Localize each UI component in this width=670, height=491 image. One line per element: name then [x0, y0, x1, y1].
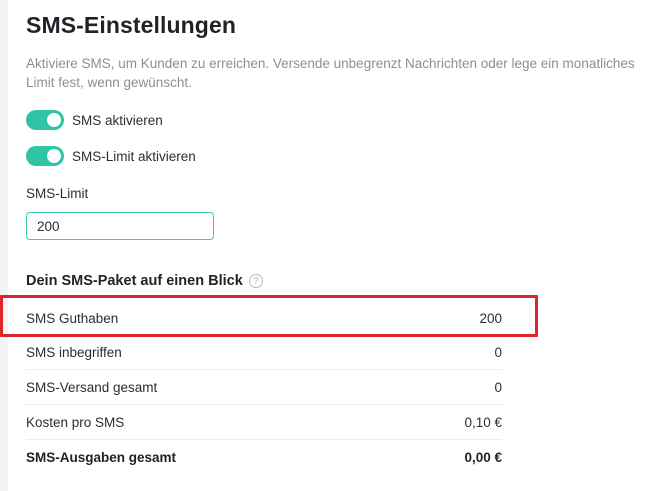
page-description: Aktiviere SMS, um Kunden zu erreichen. V…: [26, 56, 635, 90]
package-row-inbegriffen: SMS inbegriffen 0: [26, 335, 502, 370]
question-circle-icon[interactable]: ?: [248, 274, 263, 288]
toggle-row-limit: SMS-Limit aktivieren: [26, 145, 196, 167]
sms-limit-toggle[interactable]: [26, 146, 64, 166]
toggle-knob: [47, 149, 61, 163]
settings-panel: SMS-Einstellungen Aktiviere SMS, um Kund…: [0, 0, 670, 491]
toggle-row-sms: SMS aktivieren: [26, 109, 163, 131]
package-title-text: Dein SMS-Paket auf einen Blick: [26, 273, 243, 289]
row-value: 0: [494, 379, 502, 395]
sms-limit-input[interactable]: [26, 212, 214, 240]
highlight-box: [0, 295, 538, 337]
row-label: Kosten pro SMS: [26, 414, 125, 430]
row-label: SMS inbegriffen: [26, 344, 122, 360]
row-value: 0,10 €: [464, 414, 502, 430]
sms-limit-field-label: SMS-Limit: [26, 186, 89, 201]
toggle-knob: [47, 113, 61, 127]
package-row-versand: SMS-Versand gesamt 0: [26, 370, 502, 405]
package-row-kosten: Kosten pro SMS 0,10 €: [26, 405, 502, 440]
left-gutter: [0, 0, 8, 491]
package-row-ausgaben: SMS-Ausgaben gesamt 0,00 €: [26, 440, 502, 474]
row-label: SMS-Versand gesamt: [26, 379, 158, 395]
sms-enable-label: SMS aktivieren: [72, 112, 163, 128]
sms-limit-label: SMS-Limit aktivieren: [72, 148, 196, 164]
row-value: 0,00 €: [464, 449, 502, 465]
row-label: SMS-Ausgaben gesamt: [26, 449, 177, 465]
package-section-title: Dein SMS-Paket auf einen Blick ?: [26, 273, 263, 289]
page-title: SMS-Einstellungen: [26, 12, 236, 38]
sms-enable-toggle[interactable]: [26, 110, 64, 130]
row-value: 0: [494, 344, 502, 360]
